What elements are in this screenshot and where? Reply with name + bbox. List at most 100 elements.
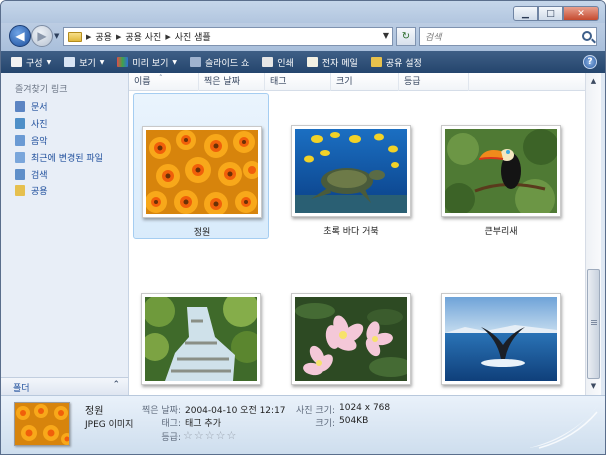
- nav-item-pictures[interactable]: 사진: [15, 117, 48, 130]
- dimensions-value: 1024 x 768: [339, 403, 391, 413]
- date-taken-value[interactable]: 2004-04-10 오전 12:17: [185, 403, 286, 416]
- size-value: 504KB: [339, 416, 369, 426]
- frangipani-photo: [295, 297, 407, 381]
- search-input[interactable]: 검색: [419, 27, 597, 46]
- scroll-up-icon[interactable]: ▲: [587, 74, 600, 88]
- file-name: 정원: [193, 228, 211, 238]
- favorite-links-heading: 즐겨찾기 링크: [15, 85, 68, 95]
- file-name: 초록 바다 거북: [323, 227, 379, 237]
- nav-item-label: 문서: [31, 103, 48, 113]
- recent-pages-dropdown[interactable]: ▼: [54, 32, 59, 40]
- back-arrow-icon: ◀: [15, 29, 25, 43]
- nav-item-label: 공용: [31, 187, 48, 197]
- file-item-garden[interactable]: 정원: [133, 93, 269, 239]
- flowers-photo: [146, 130, 258, 214]
- address-bar[interactable]: ▶ 공용 ▶ 공용 사진 ▶ 사진 샘플 ▼: [63, 27, 393, 46]
- star-icon[interactable]: ☆: [194, 429, 204, 442]
- thumbnail-turtle: [291, 125, 411, 217]
- thumbnail-frangipani: [291, 293, 411, 385]
- star-icon[interactable]: ☆: [205, 429, 215, 442]
- breadcrumb-separator-icon[interactable]: ▶: [116, 33, 121, 41]
- minimize-button[interactable]: ▁: [513, 6, 538, 21]
- preview-button[interactable]: 미리 보기 ▼: [117, 56, 177, 69]
- column-name-label: 이름: [134, 77, 151, 87]
- breadcrumb-separator-icon[interactable]: ▶: [86, 33, 91, 41]
- nav-item-label: 음악: [31, 137, 48, 147]
- documents-icon: [15, 101, 25, 112]
- date-taken-label: 찍은 날짜:: [141, 406, 181, 416]
- email-button[interactable]: 전자 메일: [306, 56, 358, 69]
- recent-icon: [15, 152, 25, 163]
- file-item-whale[interactable]: [433, 261, 569, 395]
- refresh-button[interactable]: ↻: [396, 27, 416, 46]
- forward-arrow-icon: ▶: [37, 29, 47, 43]
- file-item-toucan[interactable]: 큰부리새: [433, 93, 569, 239]
- thumbnail-whale: [441, 293, 561, 385]
- breadcrumb-public[interactable]: 공용: [95, 30, 112, 43]
- column-tags[interactable]: 태그: [265, 73, 331, 91]
- turtle-photo: [295, 129, 407, 213]
- nav-item-music[interactable]: 음악: [15, 134, 48, 147]
- column-name[interactable]: ˄ 이름: [129, 73, 199, 91]
- slideshow-button[interactable]: 슬라이드 쇼: [189, 56, 250, 69]
- nav-item-recent[interactable]: 최근에 변경된 파일: [15, 151, 103, 164]
- command-bar: 구성 ▼ 보기 ▼ 미리 보기 ▼ 슬라이드 쇼 인쇄 전자 메일 공유 설정 ?: [1, 51, 605, 73]
- rating-stars[interactable]: ☆ ☆ ☆ ☆ ☆: [183, 429, 237, 442]
- column-tags-label: 태그: [270, 77, 287, 87]
- share-button[interactable]: 공유 설정: [370, 56, 422, 69]
- forward-button[interactable]: ▶: [31, 25, 53, 47]
- nav-item-label: 사진: [31, 120, 48, 130]
- column-rating[interactable]: 등급: [399, 73, 469, 91]
- folders-toggle[interactable]: 폴더 ⌃: [1, 377, 129, 395]
- organize-button[interactable]: 구성 ▼: [11, 56, 51, 69]
- column-size[interactable]: 크기: [331, 73, 399, 91]
- star-icon[interactable]: ☆: [216, 429, 226, 442]
- close-button[interactable]: ✕: [563, 6, 599, 21]
- printer-icon: [262, 57, 274, 67]
- share-icon: [370, 57, 382, 67]
- caption-buttons: ▁ □ ✕: [513, 6, 599, 21]
- nav-item-documents[interactable]: 문서: [15, 100, 48, 113]
- file-item-green-sea-turtle[interactable]: 초록 바다 거북: [283, 93, 419, 239]
- print-label: 인쇄: [277, 58, 294, 69]
- slideshow-icon: [189, 57, 201, 67]
- breadcrumb-public-pictures[interactable]: 공용 사진: [125, 30, 161, 43]
- file-item-frangipani[interactable]: [283, 261, 419, 395]
- scrollbar-thumb[interactable]: [587, 269, 600, 379]
- maximize-button[interactable]: □: [538, 6, 563, 21]
- tags-label: 태그:: [161, 419, 181, 429]
- thumbnail-garden: [142, 126, 262, 218]
- explorer-window: ▁ □ ✕ ◀ ▶ ▼ ▶ 공용 ▶ 공용 사진 ▶ 사진 샘플 ▼ ↻ 검색 …: [0, 0, 606, 455]
- view-button[interactable]: 보기 ▼: [64, 56, 104, 69]
- details-file-name: 정원: [85, 406, 104, 417]
- star-icon[interactable]: ☆: [227, 429, 237, 442]
- help-button[interactable]: ?: [583, 55, 597, 69]
- nav-item-public[interactable]: 공용: [15, 184, 48, 197]
- organize-label: 구성: [26, 58, 43, 69]
- scroll-down-icon[interactable]: ▼: [587, 379, 600, 393]
- organize-icon: [11, 57, 22, 67]
- file-item-waterfall[interactable]: [133, 261, 269, 395]
- vertical-scrollbar[interactable]: ▲ ▼: [585, 73, 601, 395]
- print-button[interactable]: 인쇄: [262, 56, 294, 69]
- address-dropdown-icon[interactable]: ▼: [383, 31, 389, 40]
- details-pane: 정원 JPEG 이미지 찍은 날짜: 2004-04-10 오전 12:17 태…: [1, 395, 605, 454]
- thumbnail-waterfall: [141, 293, 261, 385]
- breadcrumb-sample-pictures[interactable]: 사진 샘플: [175, 30, 211, 43]
- column-date-taken[interactable]: 찍은 날짜: [199, 73, 265, 91]
- search-placeholder: 검색: [425, 33, 442, 43]
- back-button[interactable]: ◀: [9, 25, 31, 47]
- search-folder-icon: [15, 169, 25, 180]
- decorative-swoosh-icon: [529, 404, 599, 449]
- breadcrumb-separator-icon[interactable]: ▶: [165, 33, 170, 41]
- rating-label: 등급:: [161, 433, 181, 443]
- star-icon[interactable]: ☆: [183, 429, 193, 442]
- search-icon[interactable]: [582, 31, 592, 41]
- tags-value[interactable]: 태그 추가: [185, 416, 221, 429]
- email-label: 전자 메일: [321, 58, 358, 69]
- details-file-type: JPEG 이미지: [85, 420, 134, 430]
- slideshow-label: 슬라이드 쇼: [204, 58, 250, 69]
- waterfall-photo: [145, 297, 257, 381]
- nav-item-searches[interactable]: 검색: [15, 168, 48, 181]
- navigation-pane: 즐겨찾기 링크 문서 사진 음악 최근에 변경된 파일 검색 공용: [1, 73, 129, 395]
